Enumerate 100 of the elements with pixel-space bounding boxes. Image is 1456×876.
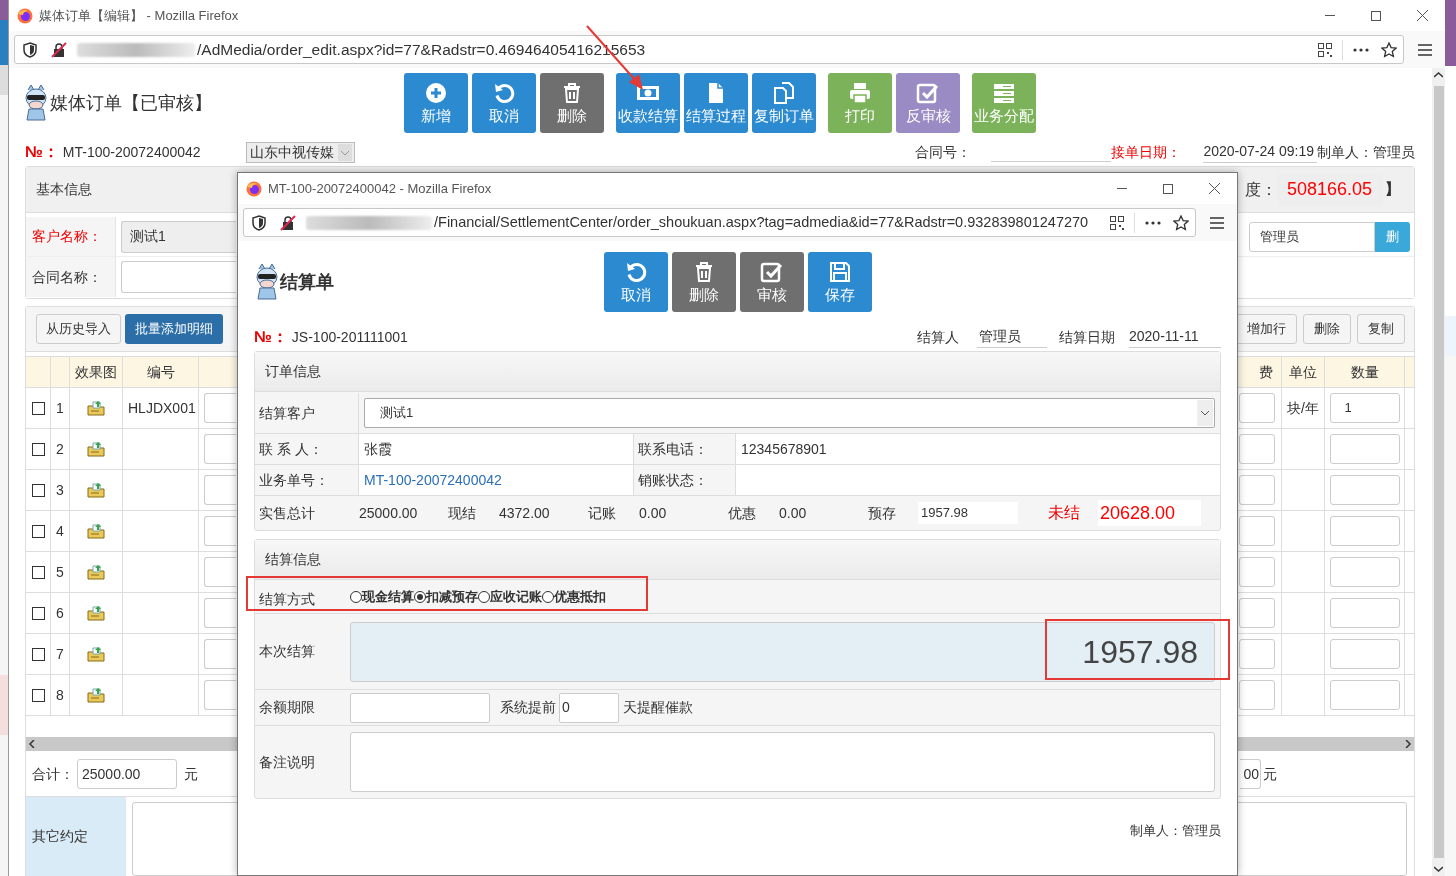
field-label: 客户名称： (32, 227, 102, 246)
customer-field[interactable]: 测试1 (121, 220, 236, 253)
amount-field[interactable]: 00 (1240, 759, 1261, 789)
checkbox[interactable] (31, 565, 45, 579)
toolbar-button[interactable]: 删除 (672, 252, 736, 312)
unit-text: 元 (184, 764, 198, 784)
toolbar-button[interactable]: 收款结算 (616, 73, 680, 133)
settler-field[interactable]: 管理员 (977, 326, 1047, 348)
radio-button[interactable] (542, 590, 554, 603)
input-field[interactable] (1239, 639, 1275, 669)
toolbar-button[interactable]: 取消 (472, 73, 536, 133)
prepaid-field[interactable]: 1957.98 (918, 502, 1018, 524)
input-field[interactable] (1239, 475, 1275, 505)
input-field[interactable] (1329, 475, 1400, 505)
input-field[interactable] (1329, 639, 1400, 669)
batch-add-button[interactable]: 批量添加明细 (125, 314, 223, 344)
field-label: 本次结算 (259, 642, 316, 661)
input-field[interactable]: 1 (1329, 393, 1400, 423)
panel-title: 结算信息 (265, 550, 321, 569)
maximize-icon (1163, 183, 1173, 194)
vertical-scrollbar[interactable] (1432, 68, 1445, 876)
checkbox[interactable] (31, 524, 45, 538)
input-field[interactable] (1239, 557, 1275, 587)
field-label: 备注说明 (259, 752, 316, 772)
undo-icon (492, 81, 516, 105)
field-label: 天提醒催款 (623, 698, 693, 717)
checkbox[interactable] (31, 647, 45, 661)
folder-icon (87, 646, 105, 662)
input-field[interactable] (1329, 557, 1400, 587)
checkbox[interactable] (31, 606, 45, 620)
note-textarea[interactable] (350, 732, 1215, 792)
mascot-icon (23, 84, 49, 122)
caret-icon (1197, 400, 1213, 426)
input-field[interactable] (204, 434, 236, 464)
field-label: 未结 (1048, 503, 1081, 523)
input-field[interactable] (204, 680, 236, 710)
input-field[interactable] (204, 475, 236, 505)
input-field[interactable] (204, 516, 236, 546)
toolbar-button[interactable]: 复制 (1357, 314, 1405, 344)
date-field[interactable]: 2020-07-24 09:19 (1203, 141, 1317, 163)
amount-field[interactable]: 1957.98 (350, 621, 1215, 682)
row-number: 2 (56, 439, 64, 459)
company-select[interactable]: 山东中视传媒 (245, 141, 355, 163)
input-field[interactable] (1329, 516, 1400, 546)
input-field[interactable] (1239, 393, 1275, 423)
checkbox[interactable] (31, 401, 45, 415)
menu-icon (1210, 216, 1224, 229)
scroll-up-icon (1434, 72, 1443, 78)
field-label: 业务单号： (259, 470, 329, 490)
column-header: 单位 (1289, 362, 1317, 382)
input-field[interactable] (204, 598, 236, 628)
date-field[interactable]: 2020-11-11 (1129, 326, 1221, 348)
total-field[interactable]: 25000.00 (77, 759, 177, 789)
toolbar-button[interactable]: 复制订单 (752, 73, 816, 133)
radio-button[interactable] (414, 590, 426, 603)
row-number: 4 (56, 521, 64, 541)
radio-button[interactable] (350, 590, 362, 603)
input-field[interactable] (1329, 434, 1400, 464)
column-header: 效果图 (75, 362, 117, 382)
toolbar-button[interactable]: 新增 (404, 73, 468, 133)
insecure-lock-icon (280, 214, 296, 231)
input-field[interactable] (204, 639, 236, 669)
address-bar[interactable]: /Financial/SettlementCenter/order_shoukuan.aspx?tag=admedia&id=77&Radstr=0.932839801247270 (243, 208, 1196, 237)
field-label: 度： (1245, 179, 1277, 200)
contract-name-field[interactable] (121, 261, 236, 293)
days-field[interactable]: 0 (559, 692, 619, 723)
scroll-down-icon (1434, 866, 1443, 872)
checkbox[interactable] (31, 483, 45, 497)
input-field[interactable] (1239, 680, 1275, 710)
customer-select[interactable]: 测试1 (364, 398, 1215, 428)
radio-button[interactable] (478, 590, 490, 603)
toolbar-button[interactable]: 取消 (604, 252, 668, 312)
checkbox[interactable] (31, 442, 45, 456)
input-field[interactable] (1329, 598, 1400, 628)
input-field[interactable] (204, 393, 236, 423)
input-field[interactable] (1329, 680, 1400, 710)
toolbar-button[interactable]: 保存 (808, 252, 872, 312)
input-field[interactable] (204, 557, 236, 587)
input-field[interactable] (1239, 516, 1275, 546)
term-field[interactable] (350, 692, 490, 723)
field-value: 12345678901 (741, 439, 827, 459)
import-button[interactable]: 从历史导入 (36, 314, 121, 344)
order-link[interactable]: MT-100-20072400042 (364, 469, 502, 491)
number-label: №： (25, 142, 59, 162)
checkbox[interactable] (31, 688, 45, 702)
toolbar-button[interactable]: 审核 (740, 252, 804, 312)
row-number: 5 (56, 562, 64, 582)
shield-icon (252, 214, 266, 231)
toolbar-button[interactable]: 结算过程 (684, 73, 748, 133)
toolbar-button[interactable]: 增加行 (1236, 314, 1297, 344)
field-label: 其它约定 (32, 827, 88, 846)
toolbar-button[interactable]: 删除 (540, 73, 604, 133)
copy-icon (772, 81, 796, 105)
input-field[interactable] (1239, 598, 1275, 628)
firefox-icon (246, 180, 262, 197)
input-field[interactable] (1239, 434, 1275, 464)
toolbar-button[interactable]: 删除 (1303, 314, 1351, 344)
scroll-right-icon (1404, 740, 1412, 748)
caret-icon (337, 143, 352, 161)
staff-field[interactable]: 管理员 (1249, 221, 1375, 252)
